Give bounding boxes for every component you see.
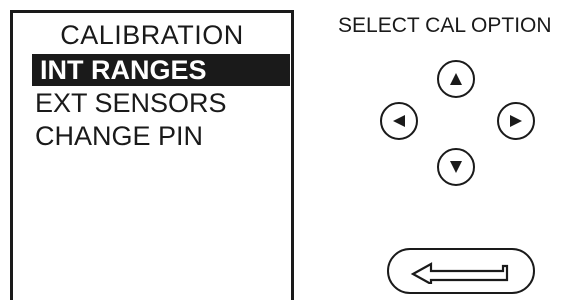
triangle-right-icon xyxy=(510,115,522,127)
up-button[interactable] xyxy=(437,60,475,98)
enter-button[interactable] xyxy=(387,248,535,294)
right-button[interactable] xyxy=(497,102,535,140)
triangle-down-icon xyxy=(450,161,462,173)
menu-item-int-ranges[interactable]: INT RANGES xyxy=(32,54,290,86)
menu-item-ext-sensors[interactable]: EXT SENSORS xyxy=(35,87,227,119)
triangle-up-icon xyxy=(450,73,462,85)
lcd-screen: CALIBRATION INT RANGES EXT SENSORS CHANG… xyxy=(10,10,294,300)
triangle-left-icon xyxy=(393,115,405,127)
menu-item-change-pin[interactable]: CHANGE PIN xyxy=(35,120,203,152)
instruction-text: SELECT CAL OPTION xyxy=(338,14,552,37)
left-button[interactable] xyxy=(380,102,418,140)
down-button[interactable] xyxy=(437,148,475,186)
screen-title: CALIBRATION xyxy=(60,20,244,50)
enter-arrow-icon xyxy=(410,262,509,284)
